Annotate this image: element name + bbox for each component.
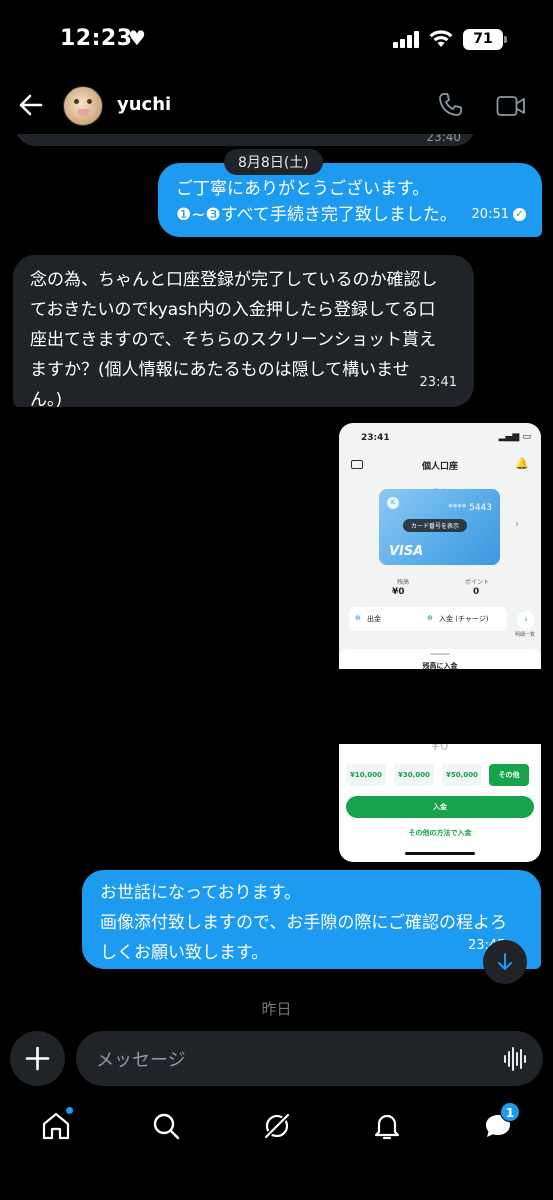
amount-options: ¥10,000 ¥30,000 ¥50,000 その他: [346, 764, 536, 786]
deposit-button: 入金: [346, 796, 534, 818]
chat-header: yuchi: [0, 80, 553, 134]
message-bubble-outgoing[interactable]: お世話になっております。 画像添付致しますので、お手隙の際にご確認の程よろ しく…: [82, 870, 541, 969]
message-list[interactable]: 23:40 8月8日(土) ご丁寧にありがとうございます。 ❶~❸すべて手続き完…: [0, 134, 553, 1024]
day-label: 昨日: [261, 1000, 292, 1018]
amount-option-selected: その他: [489, 764, 529, 786]
balance-value: ¥0: [392, 587, 405, 597]
arrow-down-icon: [498, 953, 512, 970]
bell-icon: 🔔: [515, 457, 529, 470]
history-label: 明細一覧: [515, 632, 536, 638]
other-methods-link: その他の方法で入金: [408, 829, 472, 837]
card-image: K **** 5443 カード番号を表示 VISA: [379, 489, 500, 565]
card-logo-icon: K: [387, 497, 399, 509]
card-number: **** 5443: [448, 503, 492, 513]
chevron-right-icon: ›: [515, 519, 519, 530]
message-bubble-incoming[interactable]: 念の為、ちゃんと口座登録が完了しているのか確認し ておきたいのでkyash内の入…: [13, 255, 474, 410]
read-check-icon: ✓: [513, 208, 526, 221]
contact-name[interactable]: yuchi: [117, 94, 171, 115]
image-attachment-bottom[interactable]: ¥0 ¥10,000 ¥30,000 ¥50,000 その他 入金 その他の方法…: [339, 744, 541, 862]
home-indicator: [405, 852, 475, 855]
wifi-icon: [429, 30, 453, 47]
phone-icon[interactable]: [437, 92, 463, 118]
heart-icon: ♥: [128, 26, 146, 50]
battery-indicator: 71: [463, 29, 507, 50]
message-text-line: お世話になっております。: [100, 883, 301, 903]
withdraw-label: 出金: [367, 615, 381, 623]
message-time: 23:41: [419, 375, 457, 390]
show-card-number-button: カード番号を表示: [403, 519, 468, 532]
points-label: ポイント: [465, 579, 490, 586]
plus-icon: [25, 1046, 50, 1071]
message-input[interactable]: メッセージ: [76, 1031, 543, 1086]
message-text-line: ん。): [30, 390, 63, 410]
avatar[interactable]: [63, 86, 103, 126]
tab-notifications[interactable]: [371, 1110, 403, 1142]
tab-search[interactable]: [150, 1110, 182, 1142]
withdraw-icon: ⊕: [355, 614, 361, 622]
sheet-title: 残高に入金: [422, 662, 458, 669]
image-attachment-top[interactable]: 23:41 ▂▄▆ ▭ 個人口座 🔔 K **** 5443 カード番号を表示 …: [339, 423, 541, 669]
deposit-label: 入金 (チャージ): [439, 615, 489, 623]
message-time: 20:51: [471, 207, 509, 222]
attachment-title: 個人口座: [421, 462, 458, 472]
status-time: 12:23: [60, 26, 133, 51]
grok-icon: [264, 1113, 290, 1139]
message-time: 23:40: [426, 134, 461, 144]
chevron-right-icon: ›: [517, 611, 535, 629]
amount-option: ¥30,000: [394, 764, 434, 786]
amount-display: ¥0: [431, 744, 449, 754]
tab-messages[interactable]: 1: [482, 1102, 520, 1142]
message-text-line: ご丁寧にありがとうございます。: [176, 179, 430, 199]
amount-option: ¥50,000: [442, 764, 482, 786]
message-text-line: ておきたいのでkyash内の入金押したら登録してる口: [30, 300, 436, 320]
deposit-icon: ⊕: [427, 614, 433, 622]
messages-badge: 1: [500, 1102, 520, 1122]
tab-grok[interactable]: [261, 1110, 293, 1142]
message-text-line: 画像添付致しますので、お手隙の際にご確認の程よろ: [100, 913, 507, 933]
message-text-line: 念の為、ちゃんと口座登録が完了しているのか確認し: [30, 270, 438, 290]
date-separator: 8月8日(土): [224, 149, 323, 175]
bell-icon: [374, 1114, 400, 1140]
attachment-status-icons: ▂▄▆ ▭: [498, 432, 531, 442]
message-input-placeholder: メッセージ: [96, 1050, 186, 1071]
video-call-icon[interactable]: [496, 94, 526, 118]
back-arrow-icon[interactable]: [18, 92, 44, 118]
scroll-to-bottom-button[interactable]: [483, 940, 527, 984]
message-bubble-incoming[interactable]: 23:40: [15, 134, 475, 146]
status-bar: 12:23 ♥ 71: [0, 0, 553, 80]
add-attachment-button[interactable]: [10, 1031, 65, 1086]
amount-option: ¥10,000: [346, 764, 386, 786]
voice-waveform-icon[interactable]: [503, 1046, 527, 1072]
message-text-line: 座出てきますので、そちらのスクリーンショット貰え: [30, 330, 436, 350]
message-text-line: ますか？(個人情報にあたるものは隠して構いませ: [30, 360, 410, 380]
attachment-status-time: 23:41: [361, 433, 390, 443]
points-value: 0: [473, 587, 480, 597]
message-text-line: しくお願い致します。: [100, 943, 269, 963]
signal-icon: [393, 30, 421, 48]
balance-label: 残高: [397, 579, 410, 586]
bottom-sheet: 残高に入金: [339, 649, 541, 669]
sheet-handle: [430, 653, 450, 655]
tab-home[interactable]: [40, 1106, 74, 1142]
notification-dot: [65, 1106, 74, 1115]
action-row: ⊕ 出金 ⊕ 入金 (チャージ): [349, 607, 507, 631]
message-bubble-outgoing[interactable]: ご丁寧にありがとうございます。 ❶~❸すべて手続き完了致しました。 20:51 ✓: [158, 163, 542, 237]
bottom-tab-bar: 1: [0, 1100, 553, 1200]
message-meta: 20:51 ✓: [472, 202, 526, 228]
card-brand: VISA: [389, 544, 424, 559]
search-icon: [153, 1113, 180, 1140]
